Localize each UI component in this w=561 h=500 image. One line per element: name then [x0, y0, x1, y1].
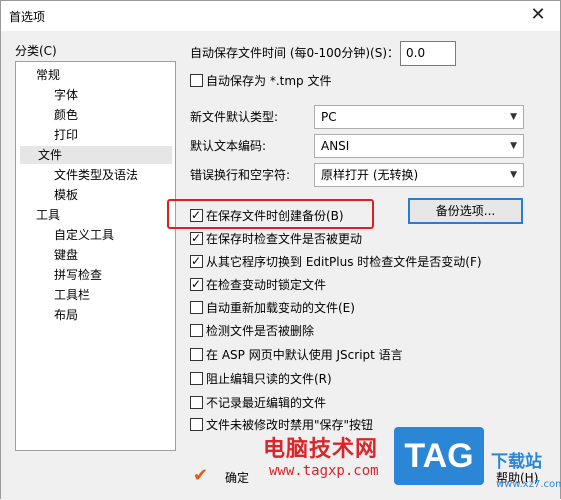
line-break-label: 错误换行和空字符:	[190, 168, 291, 182]
select-value: PC	[321, 110, 337, 124]
chevron-down-icon: ▼	[510, 141, 517, 151]
checkbox-label: 在保存时检查文件是否被更动	[206, 232, 363, 246]
checkbox-box	[190, 230, 203, 246]
watermark-text: 电脑技术网	[263, 437, 379, 462]
line-break-select[interactable]: 原样打开 (无转换) ▼	[314, 163, 524, 187]
tree-item-print[interactable]: 打印	[54, 126, 78, 144]
checkbox-label: 在 ASP 网页中默认使用 JScript 语言	[206, 348, 403, 362]
backup-options-button[interactable]: 备份选项...	[408, 198, 523, 224]
tree-item-color[interactable]: 颜色	[54, 106, 78, 124]
checkbox-box	[190, 301, 203, 314]
autosave-label: 自动保存文件时间 (每0-100分钟)(S)：	[190, 46, 400, 60]
tree-item-user-tools[interactable]: 自定义工具	[54, 226, 114, 244]
watermark-tag-logo: TAG	[394, 427, 484, 485]
encoding-select[interactable]: ANSI ▼	[314, 134, 524, 158]
new-file-type-select[interactable]: PC ▼	[314, 105, 524, 129]
check-on-switch-checkbox[interactable]: 从其它程序切换到 EditPlus 时检查文件是否变动(F)	[190, 253, 482, 272]
tree-item-templates[interactable]: 模板	[54, 186, 78, 204]
new-file-type-label: 新文件默认类型:	[190, 110, 279, 124]
encoding-label: 默认文本编码:	[190, 139, 267, 153]
tree-item-keyboard[interactable]: 键盘	[54, 246, 78, 264]
checkbox-label: 在保存文件时创建备份(B)	[206, 209, 344, 223]
tree-item-file-types[interactable]: 文件类型及语法	[54, 166, 138, 184]
create-backup-checkbox[interactable]: 在保存文件时创建备份(B)	[190, 207, 344, 226]
tree-item-general[interactable]: 常规	[36, 66, 60, 84]
close-icon[interactable]: ✕	[516, 1, 560, 31]
auto-reload-checkbox[interactable]: 自动重新加载变动的文件(E)	[190, 300, 355, 318]
lock-file-checkbox[interactable]: 在检查变动时锁定文件	[190, 276, 327, 295]
checkbox-label: 阻止编辑只读的文件(R)	[206, 372, 332, 386]
tree-item-toolbar[interactable]: 工具栏	[54, 286, 90, 304]
chevron-down-icon: ▼	[510, 170, 517, 180]
checkbox-box	[190, 418, 203, 431]
checkbox-box	[190, 396, 203, 409]
tree-item-spell-check[interactable]: 拼写检查	[54, 266, 102, 284]
checkbox-box	[190, 324, 203, 337]
block-readonly-checkbox[interactable]: 阻止编辑只读的文件(R)	[190, 371, 332, 389]
autosave-input[interactable]: 0.0	[400, 41, 456, 66]
checkbox-label: 自动重新加载变动的文件(E)	[206, 301, 355, 315]
dialog-title: 首选项	[9, 10, 46, 24]
watermark-url: www.tagxp.com	[269, 463, 379, 479]
category-label: 分类(C)	[15, 44, 57, 58]
tree-item-file[interactable]: 文件	[20, 146, 172, 164]
check-modified-on-save-checkbox[interactable]: 在保存时检查文件是否被更动	[190, 230, 363, 249]
checkbox-box	[190, 348, 203, 361]
tree-item-font[interactable]: 字体	[54, 86, 78, 104]
checkbox-box	[190, 372, 203, 385]
select-value: ANSI	[321, 139, 350, 153]
checkbox-box	[190, 74, 203, 87]
checkbox-box	[190, 207, 203, 223]
watermark-site-url: www.xz7.com	[496, 479, 561, 490]
checkbox-box	[190, 253, 203, 269]
select-value: 原样打开 (无转换)	[321, 168, 419, 182]
ok-button[interactable]: 确定	[225, 470, 249, 486]
preferences-dialog: 首选项 ✕ 分类(C) 常规 字体 颜色 打印 文件 文件类型及语法 模板 工具…	[0, 0, 561, 500]
tree-item-layout[interactable]: 布局	[54, 306, 78, 324]
watermark-site: 下载站	[491, 452, 542, 472]
checkbox-label: 从其它程序切换到 EditPlus 时检查文件是否变动(F)	[206, 255, 482, 269]
chevron-down-icon: ▼	[510, 112, 517, 122]
autosave-tmp-checkbox[interactable]: 自动保存为 *.tmp 文件	[190, 73, 331, 91]
no-recent-files-checkbox[interactable]: 不记录最近编辑的文件	[190, 395, 326, 413]
checkbox-box	[190, 276, 203, 292]
checkbox-label: 在检查变动时锁定文件	[206, 278, 327, 292]
tree-item-tools[interactable]: 工具	[36, 206, 60, 224]
checkmark-icon[interactable]: ✔	[193, 465, 208, 486]
asp-jscript-checkbox[interactable]: 在 ASP 网页中默认使用 JScript 语言	[190, 347, 403, 365]
title-bar: 首选项 ✕	[1, 1, 560, 31]
checkbox-label: 检测文件是否被删除	[206, 324, 315, 338]
checkbox-label: 自动保存为 *.tmp 文件	[206, 74, 332, 88]
checkbox-label: 文件未被修改时禁用"保存"按钮	[206, 418, 374, 432]
category-tree[interactable]: 常规 字体 颜色 打印 文件 文件类型及语法 模板 工具 自定义工具 键盘 拼写…	[15, 61, 176, 451]
checkbox-label: 不记录最近编辑的文件	[206, 396, 327, 410]
detect-deleted-checkbox[interactable]: 检测文件是否被删除	[190, 323, 314, 341]
